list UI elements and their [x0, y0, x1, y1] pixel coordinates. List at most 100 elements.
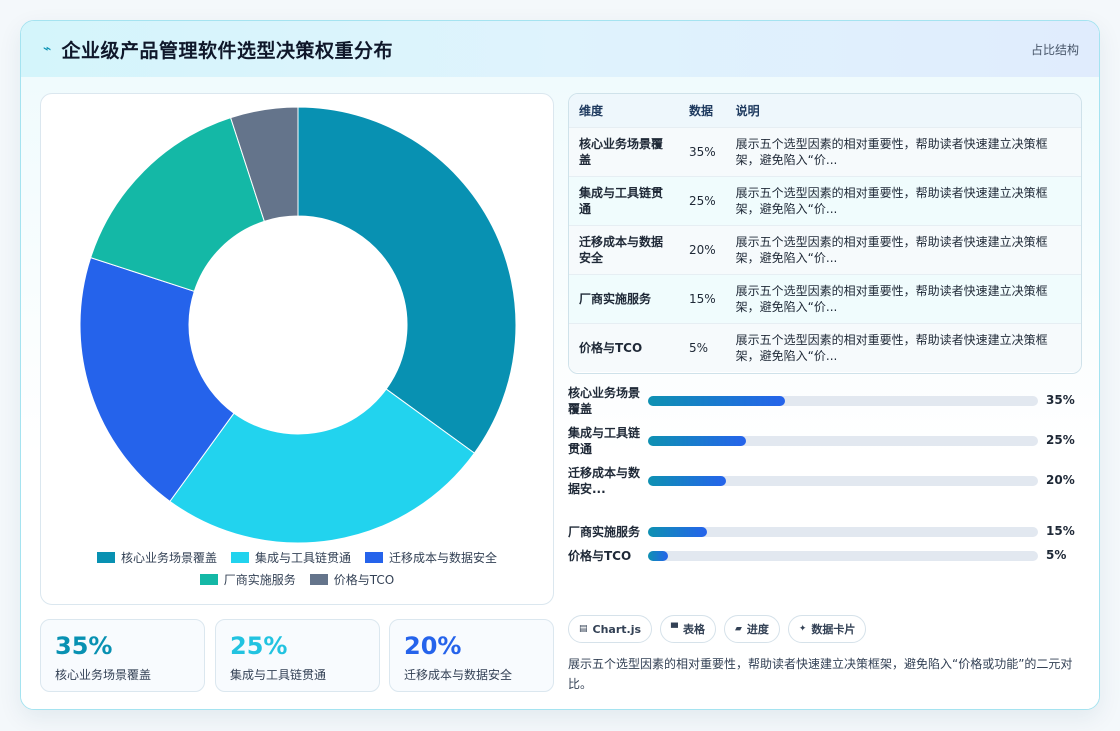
table-row: 迁移成本与数据安全 20% 展示五个选型因素的相对重要性，帮助读者快速建立决策框…: [569, 225, 1081, 274]
legend-label: 集成与工具链贯通: [254, 550, 351, 565]
progress-fill: [648, 527, 707, 537]
legend-item[interactable]: 集成与工具链贯通: [230, 549, 351, 566]
table-header-row: 维度 数据 说明: [569, 94, 1081, 127]
doughnut-chart: [79, 106, 517, 544]
dashboard-card: ⌁ 企业级产品管理软件选型决策权重分布 占比结构 核心业务场景覆盖 集成与工具链…: [20, 20, 1100, 710]
table-row: 厂商实施服务 15% 展示五个选型因素的相对重要性，帮助读者快速建立决策框架，避…: [569, 274, 1081, 323]
cell-value: 15%: [689, 291, 716, 306]
progress-fill: [648, 436, 746, 446]
stat-card: 35% 核心业务场景覆盖: [40, 619, 205, 692]
progress-row: 集成与工具链贯通 25%: [568, 424, 1082, 458]
cell-value: 5%: [689, 340, 709, 355]
chip-progress[interactable]: ▰ 进度: [723, 615, 780, 643]
doughnut-chart-panel: 核心业务场景覆盖 集成与工具链贯通 迁移成本与数据安全 厂商实施服务 价格与TC…: [40, 93, 554, 605]
cell-value: 35%: [689, 144, 716, 159]
stat-value: 35%: [55, 632, 113, 660]
stat-value: 25%: [230, 632, 288, 660]
legend-label: 核心业务场景覆盖: [120, 550, 217, 565]
legend-swatch: [309, 573, 328, 585]
table-icon: ▀: [671, 624, 678, 634]
chip-chartjs[interactable]: ▤ Chart.js: [568, 615, 653, 643]
cell-description: 展示五个选型因素的相对重要性，帮助读者快速建立决策框架，避免陷入“价...: [735, 283, 1048, 314]
legend-label: 迁移成本与数据安全: [389, 550, 498, 565]
column-header-value: 数据: [689, 103, 714, 118]
data-table: 维度 数据 说明 核心业务场景覆盖 35% 展示五个选型因素的相对重要性，帮助读…: [568, 93, 1082, 374]
legend-row-2: 厂商实施服务 价格与TCO: [41, 568, 553, 590]
progress-fill: [648, 396, 785, 406]
progress-track: [648, 436, 1038, 446]
stat-card: 20% 迁移成本与数据安全: [389, 619, 554, 692]
progress-track: [648, 396, 1038, 406]
header-structure-label: 占比结构: [1030, 43, 1079, 57]
cell-dimension: 迁移成本与数据安全: [579, 234, 664, 265]
legend-item[interactable]: 价格与TCO: [309, 571, 395, 588]
cell-description: 展示五个选型因素的相对重要性，帮助读者快速建立决策框架，避免陷入“价...: [735, 332, 1048, 363]
legend-swatch: [230, 551, 249, 563]
table-row: 集成与工具链贯通 25% 展示五个选型因素的相对重要性，帮助读者快速建立决策框架…: [569, 176, 1081, 225]
cell-value: 25%: [689, 193, 716, 208]
table-row: 价格与TCO 5% 展示五个选型因素的相对重要性，帮助读者快速建立决策框架，避免…: [569, 323, 1081, 372]
progress-label: 厂商实施服务: [568, 525, 641, 539]
progress-percent: 15%: [1046, 524, 1075, 538]
progress-track: [648, 476, 1038, 486]
cell-dimension: 厂商实施服务: [579, 291, 652, 306]
legend-swatch: [365, 551, 383, 563]
progress-percent: 35%: [1046, 393, 1075, 407]
chip-label: 表格: [682, 623, 705, 636]
progress-track: [648, 551, 1038, 561]
tag-chips: ▤ Chart.js ▀ 表格 ▰ 进度 ✦ 数据卡片: [568, 615, 867, 643]
legend-swatch: [96, 551, 115, 563]
page-title: 企业级产品管理软件选型决策权重分布: [61, 39, 393, 62]
chip-label: Chart.js: [592, 622, 642, 636]
chart-icon: ▤: [579, 624, 588, 634]
stat-value: 20%: [404, 632, 462, 660]
progress-label: 集成与工具链贯通: [568, 426, 641, 456]
progress-icon: ▰: [734, 624, 742, 634]
progress-fill: [648, 551, 668, 561]
legend-item[interactable]: 核心业务场景覆盖: [96, 549, 217, 566]
progress-percent: 5%: [1046, 548, 1067, 562]
cell-description: 展示五个选型因素的相对重要性，帮助读者快速建立决策框架，避免陷入“价...: [735, 234, 1048, 265]
legend-item[interactable]: 迁移成本与数据安全: [365, 549, 497, 566]
progress-label: 迁移成本与数据安...: [568, 466, 641, 496]
doughnut-slice[interactable]: [297, 106, 517, 454]
chip-label: 进度: [746, 623, 769, 636]
legend-label: 厂商实施服务: [223, 572, 296, 587]
stat-label: 迁移成本与数据安全: [404, 668, 513, 682]
progress-track: [648, 527, 1038, 537]
progress-label: 价格与TCO: [568, 549, 632, 563]
progress-fill: [648, 476, 726, 486]
stat-label: 集成与工具链贯通: [230, 668, 327, 682]
progress-row: 核心业务场景覆盖 35%: [568, 384, 1082, 418]
progress-percent: 20%: [1046, 473, 1075, 487]
lightning-icon: ⌁: [43, 41, 52, 57]
cell-description: 展示五个选型因素的相对重要性，帮助读者快速建立决策框架，避免陷入“价...: [735, 185, 1048, 216]
legend-label: 价格与TCO: [333, 572, 395, 587]
progress-row: 迁移成本与数据安... 20%: [568, 464, 1082, 498]
cell-description: 展示五个选型因素的相对重要性，帮助读者快速建立决策框架，避免陷入“价...: [735, 136, 1048, 167]
column-header-dimension: 维度: [579, 103, 604, 118]
progress-row: 价格与TCO 5%: [568, 546, 1082, 566]
stat-label: 核心业务场景覆盖: [55, 668, 152, 682]
chart-legend: 核心业务场景覆盖 集成与工具链贯通 迁移成本与数据安全 厂商实施服务 价格与TC…: [41, 546, 553, 590]
legend-item[interactable]: 厂商实施服务: [199, 571, 296, 588]
legend-swatch: [199, 573, 218, 585]
table-row: 核心业务场景覆盖 35% 展示五个选型因素的相对重要性，帮助读者快速建立决策框架…: [569, 127, 1081, 176]
card-header: ⌁ 企业级产品管理软件选型决策权重分布 占比结构: [21, 21, 1099, 77]
cell-value: 20%: [689, 242, 716, 257]
stat-card: 25% 集成与工具链贯通: [215, 619, 380, 692]
progress-percent: 25%: [1046, 433, 1075, 447]
sparkle-icon: ✦: [798, 624, 807, 634]
chip-data-cards[interactable]: ✦ 数据卡片: [787, 615, 867, 643]
summary-text: 展示五个选型因素的相对重要性，帮助读者快速建立决策框架，避免陷入“价格或功能”的…: [568, 657, 1073, 691]
legend-row-1: 核心业务场景覆盖 集成与工具链贯通 迁移成本与数据安全: [41, 546, 553, 568]
chip-label: 数据卡片: [811, 623, 856, 636]
progress-label: 核心业务场景覆盖: [568, 386, 641, 416]
cell-dimension: 价格与TCO: [579, 340, 643, 355]
progress-row: 厂商实施服务 15%: [568, 522, 1082, 542]
chip-table[interactable]: ▀ 表格: [660, 615, 716, 643]
doughnut-slice[interactable]: [90, 117, 265, 292]
column-header-description: 说明: [735, 103, 760, 118]
cell-dimension: 集成与工具链贯通: [579, 185, 664, 216]
cell-dimension: 核心业务场景覆盖: [579, 136, 664, 167]
